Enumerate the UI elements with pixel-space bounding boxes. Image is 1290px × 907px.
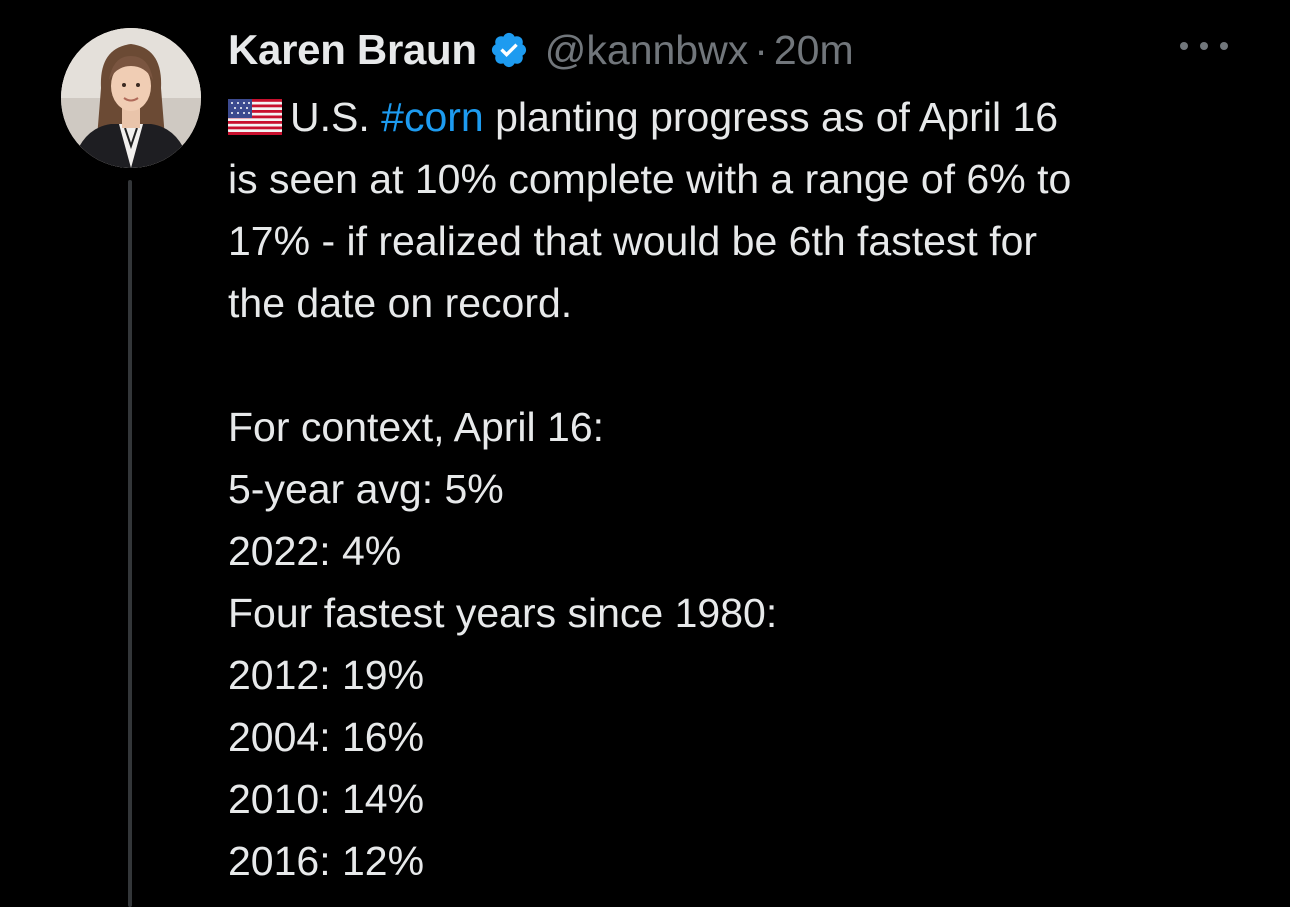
- fastest-year-item: 2004: 16%: [228, 714, 425, 760]
- avatar[interactable]: [61, 28, 201, 168]
- tweet-line-2: is seen at 10% complete with a range of …: [228, 156, 1072, 202]
- five-year-avg: 5-year avg: 5%: [228, 466, 504, 512]
- verified-badge-icon[interactable]: [489, 30, 529, 70]
- tweet-timestamp[interactable]: 20m: [774, 27, 854, 74]
- fastest-year-item: 2012: 19%: [228, 652, 425, 698]
- author-handle[interactable]: @kannbwx: [545, 27, 748, 74]
- tweet-line-1-pre: U.S.: [290, 94, 382, 140]
- fastest-year-item: 2016: 12%: [228, 838, 425, 884]
- us-flag-icon: [228, 90, 282, 135]
- tweet-line-1-post: planting progress as of April 16: [483, 94, 1059, 140]
- tweet-line-3: 17% - if realized that would be 6th fast…: [228, 218, 1038, 264]
- header-separator: ·: [754, 26, 768, 73]
- tweet-header: Karen Braun @kannbwx · 20m: [228, 22, 854, 78]
- tweet-text: U.S. #corn planting progress as of April…: [228, 86, 1238, 892]
- thread-connector-line: [128, 180, 132, 907]
- hashtag-link[interactable]: #corn: [381, 94, 484, 140]
- avatar-photo: [61, 28, 201, 168]
- tweet[interactable]: Karen Braun @kannbwx · 20m U.S. #corn pl…: [0, 0, 1290, 907]
- year-2022-value: 2022: 4%: [228, 528, 402, 574]
- tweet-line-1: U.S. #corn planting progress as of April…: [228, 86, 1238, 148]
- context-heading: For context, April 16:: [228, 404, 605, 450]
- fastest-year-item: 2010: 14%: [228, 776, 425, 822]
- fastest-heading: Four fastest years since 1980:: [228, 590, 778, 636]
- more-options-icon[interactable]: [1180, 34, 1228, 58]
- author-display-name[interactable]: Karen Braun: [228, 26, 477, 74]
- tweet-line-4: the date on record.: [228, 280, 573, 326]
